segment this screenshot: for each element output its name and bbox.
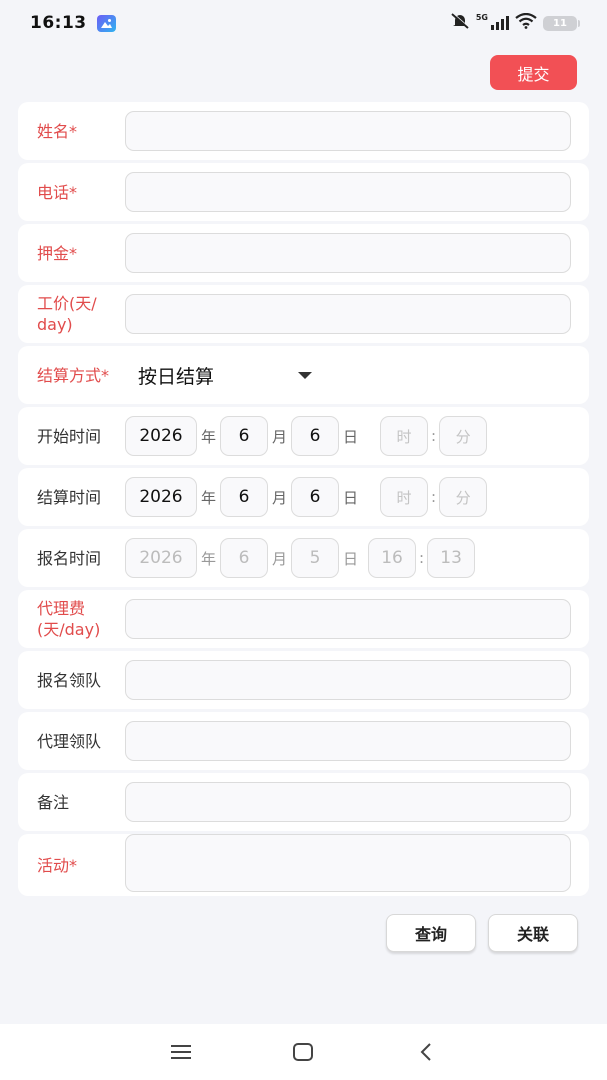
clock: 16:13 (30, 13, 87, 33)
start-year-field[interactable]: 2026 (125, 416, 197, 456)
settle-time-picker: 2026 年 6 月 6 日 时 : 分 (125, 477, 488, 517)
time-colon: : (431, 488, 437, 506)
form: 姓名* 电话* 押金* 工价(天/ day) 结算方式* 按日结算 开始时间 2… (18, 102, 589, 899)
status-bar: 16:13 5G 11 (0, 0, 607, 46)
wage-label: 工价(天/ day) (37, 293, 137, 335)
network-type: 5G (475, 13, 488, 22)
form-row-wage: 工价(天/ day) (18, 285, 589, 343)
wifi-icon (515, 12, 537, 33)
status-left: 16:13 (30, 13, 116, 33)
start-hour-field[interactable]: 时 (380, 416, 429, 456)
menu-icon[interactable] (166, 1037, 196, 1067)
activity-input[interactable] (125, 834, 571, 892)
deposit-input[interactable] (125, 233, 571, 273)
name-input[interactable] (125, 111, 571, 151)
month-unit: 月 (272, 488, 288, 507)
start-time-picker: 2026 年 6 月 6 日 时 : 分 (125, 416, 488, 456)
settle-day-field[interactable]: 6 (291, 477, 340, 517)
agent-leader-label: 代理领队 (37, 731, 102, 751)
agent-fee-label-line2: (天/day) (37, 620, 101, 639)
settlement-label: 结算方式* (37, 365, 110, 385)
system-nav-bar (0, 1024, 607, 1080)
start-minute-field[interactable]: 分 (439, 416, 488, 456)
form-row-signup-time: 报名时间 2026 年 6 月 5 日 16 : 13 (18, 529, 589, 587)
month-unit: 月 (272, 427, 288, 446)
time-colon: : (431, 427, 437, 445)
settle-minute-field[interactable]: 分 (439, 477, 488, 517)
wage-label-line1: 工价(天/ (37, 294, 97, 313)
signup-leader-input[interactable] (125, 660, 571, 700)
month-unit: 月 (272, 549, 288, 568)
submit-button[interactable]: 提交 (490, 55, 577, 90)
query-button[interactable]: 查询 (386, 914, 476, 952)
form-row-settlement: 结算方式* 按日结算 (18, 346, 589, 404)
form-row-activity: 活动* (18, 834, 589, 896)
agent-fee-label: 代理费 (天/day) (37, 598, 137, 640)
form-row-start-time: 开始时间 2026 年 6 月 6 日 时 : 分 (18, 407, 589, 465)
battery-icon: 11 (543, 15, 580, 31)
signup-month-field: 6 (220, 538, 269, 578)
mute-bell-icon (450, 12, 470, 33)
settle-month-field[interactable]: 6 (220, 477, 269, 517)
form-row-deposit: 押金* (18, 224, 589, 282)
day-unit: 日 (343, 427, 359, 446)
gallery-app-icon (96, 14, 116, 32)
signup-minute-field: 13 (427, 538, 476, 578)
remark-input[interactable] (125, 782, 571, 822)
form-row-signup-leader: 报名领队 (18, 651, 589, 709)
form-row-agent-fee: 代理费 (天/day) (18, 590, 589, 648)
signup-day-field: 5 (291, 538, 340, 578)
day-unit: 日 (343, 488, 359, 507)
action-buttons: 查询 关联 (386, 914, 578, 952)
year-unit: 年 (201, 488, 217, 507)
form-row-agent-leader: 代理领队 (18, 712, 589, 770)
start-month-field[interactable]: 6 (220, 416, 269, 456)
activity-label: 活动* (37, 855, 78, 875)
time-colon: : (419, 549, 425, 567)
form-row-name: 姓名* (18, 102, 589, 160)
status-right: 5G 11 (450, 12, 580, 33)
settle-time-label: 结算时间 (37, 487, 102, 507)
home-icon[interactable] (288, 1037, 318, 1067)
year-unit: 年 (201, 549, 217, 568)
settle-year-field[interactable]: 2026 (125, 477, 197, 517)
start-time-label: 开始时间 (37, 426, 102, 446)
name-label: 姓名* (37, 121, 78, 141)
back-icon[interactable] (411, 1037, 441, 1067)
signup-time-label: 报名时间 (37, 548, 102, 568)
remark-label: 备注 (37, 792, 70, 812)
agent-leader-input[interactable] (125, 721, 571, 761)
deposit-label: 押金* (37, 243, 78, 263)
wage-input[interactable] (125, 294, 571, 334)
day-unit: 日 (343, 549, 359, 568)
form-row-phone: 电话* (18, 163, 589, 221)
settlement-select[interactable]: 按日结算 (138, 362, 214, 389)
form-row-remark: 备注 (18, 773, 589, 831)
signup-time-picker: 2026 年 6 月 5 日 16 : 13 (125, 538, 476, 578)
agent-fee-input[interactable] (125, 599, 571, 639)
cell-signal-icon (491, 16, 509, 30)
start-day-field[interactable]: 6 (291, 416, 340, 456)
agent-fee-label-line1: 代理费 (37, 599, 86, 618)
wage-label-line2: day) (37, 315, 73, 334)
settle-hour-field[interactable]: 时 (380, 477, 429, 517)
signup-hour-field: 16 (368, 538, 417, 578)
battery-level: 11 (553, 17, 567, 29)
form-row-settle-time: 结算时间 2026 年 6 月 6 日 时 : 分 (18, 468, 589, 526)
phone-label: 电话* (37, 182, 78, 202)
phone-input[interactable] (125, 172, 571, 212)
signup-year-field: 2026 (125, 538, 197, 578)
link-button[interactable]: 关联 (488, 914, 578, 952)
signup-leader-label: 报名领队 (37, 670, 102, 690)
year-unit: 年 (201, 427, 217, 446)
chevron-down-icon[interactable] (298, 371, 312, 379)
